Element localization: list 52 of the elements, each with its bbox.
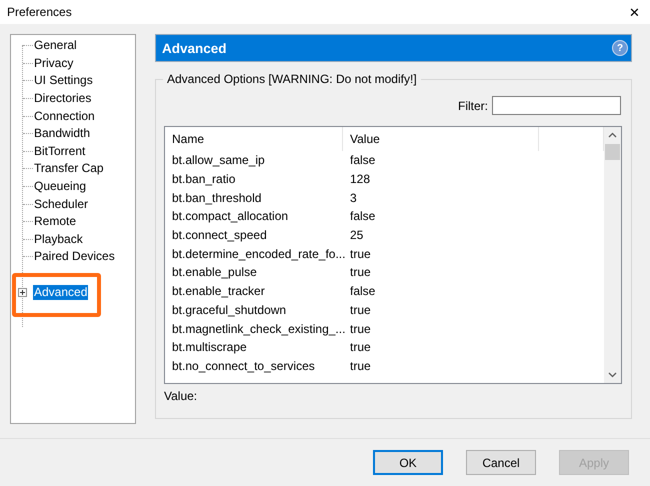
tree-item[interactable]: Privacy xyxy=(33,56,74,71)
setting-value: 25 xyxy=(349,228,364,242)
setting-name: bt.compact_allocation xyxy=(171,209,290,224)
setting-value: false xyxy=(349,209,376,224)
tree-item[interactable]: Connection xyxy=(33,108,96,124)
tree-item[interactable]: Directories xyxy=(33,91,92,106)
setting-value: true xyxy=(349,302,372,317)
close-button[interactable]: ✕ xyxy=(627,4,642,20)
setting-value: true xyxy=(349,322,372,336)
column-header[interactable]: Value xyxy=(343,127,539,151)
setting-value: true xyxy=(349,246,372,261)
setting-name: bt.connect_speed xyxy=(171,228,268,242)
setting-name: bt.magnetlink_check_existing_... xyxy=(171,322,343,336)
tree-item[interactable]: Queueing xyxy=(33,179,88,194)
dialog-button[interactable]: Cancel xyxy=(466,450,536,475)
tree-item[interactable]: Scheduler xyxy=(33,196,90,212)
setting-name: bt.determine_encoded_rate_fo... xyxy=(171,246,343,261)
setting-name: bt.allow_same_ip xyxy=(171,153,266,168)
dialog-button[interactable]: OK xyxy=(373,450,443,475)
setting-value: 128 xyxy=(349,172,372,186)
scrollbar[interactable] xyxy=(604,127,621,383)
setting-name: bt.ban_ratio xyxy=(171,172,236,186)
tree-item[interactable]: Remote xyxy=(33,214,78,230)
window-title: Preferences xyxy=(7,5,72,19)
tree-item[interactable]: Bandwidth xyxy=(33,126,92,142)
tree-item[interactable]: Advanced xyxy=(33,284,88,300)
filter-label: Filter: xyxy=(458,98,488,112)
setting-value: 3 xyxy=(349,190,358,205)
scroll-thumb[interactable] xyxy=(605,144,620,160)
tree-item[interactable]: BitTorrent xyxy=(33,144,86,159)
setting-value: false xyxy=(349,284,376,298)
setting-name: bt.ban_threshold xyxy=(171,190,262,205)
setting-value: false xyxy=(349,153,376,168)
value-label: Value: xyxy=(164,389,198,403)
group-legend: Advanced Options [WARNING: Do not modify!] xyxy=(163,72,421,86)
setting-value: true xyxy=(349,265,372,280)
expand-icon[interactable] xyxy=(18,288,27,297)
column-header[interactable]: Name xyxy=(165,127,343,151)
setting-name: bt.graceful_shutdown xyxy=(171,302,288,317)
section-title: Advanced xyxy=(162,40,227,56)
setting-name: bt.multiscrape xyxy=(171,340,248,354)
setting-value: true xyxy=(349,340,372,354)
tree-item[interactable]: Paired Devices xyxy=(33,249,116,264)
setting-value: true xyxy=(349,358,372,373)
tree-item[interactable]: Playback xyxy=(33,232,84,247)
tree-item[interactable]: Transfer Cap xyxy=(33,161,105,176)
setting-name: bt.enable_pulse xyxy=(171,265,258,280)
filter-field[interactable] xyxy=(492,96,621,115)
setting-name: bt.no_connect_to_services xyxy=(171,358,316,373)
tree-item[interactable]: General xyxy=(33,38,78,54)
tree-item[interactable]: UI Settings xyxy=(33,73,94,88)
setting-name: bt.enable_tracker xyxy=(171,284,266,298)
